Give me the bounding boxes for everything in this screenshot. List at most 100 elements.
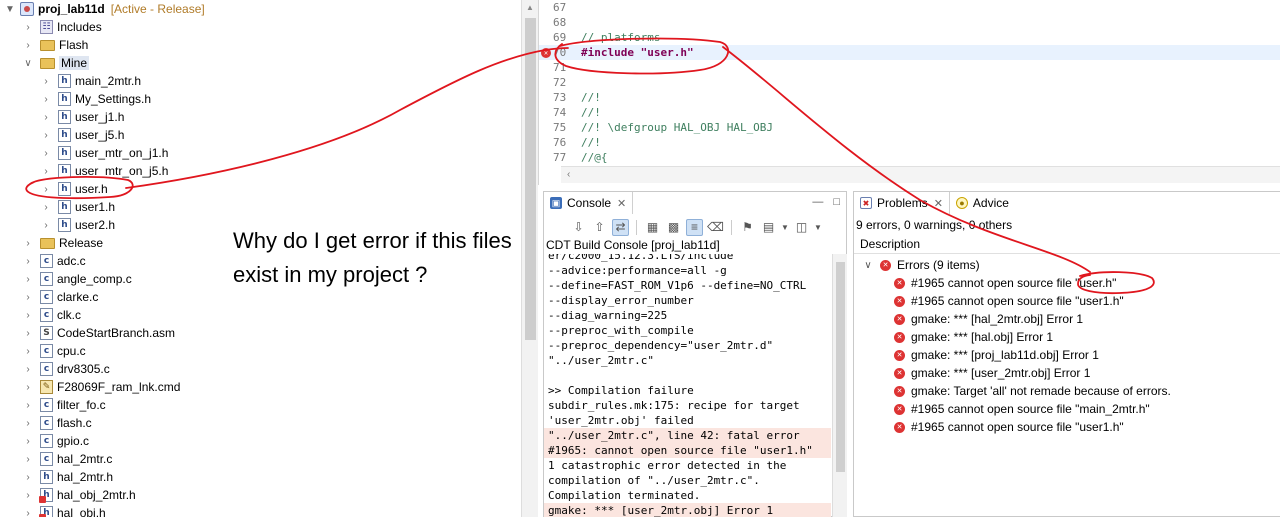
tree-item[interactable]: ∨ Mine	[0, 54, 90, 72]
chevron-right-icon[interactable]: ›	[22, 507, 34, 517]
chevron-right-icon[interactable]: ›	[22, 21, 34, 33]
tree-item[interactable]: › h user.h	[0, 180, 108, 198]
scroll-up-icon[interactable]: ▲	[526, 3, 534, 12]
console-output[interactable]: er/c2000_15.12.3.LTS/include --advice:per…	[544, 254, 831, 517]
tree-item[interactable]: › c clk.c	[0, 306, 81, 324]
tree-item[interactable]: › c adc.c	[0, 252, 86, 270]
scroll-lock-icon[interactable]: ▩	[665, 219, 682, 236]
problem-item[interactable]: ✕ #1965 cannot open source file "user.h"	[894, 274, 1116, 292]
chevron-right-icon[interactable]: ›	[40, 129, 52, 141]
chevron-right-icon[interactable]: ›	[22, 381, 34, 393]
chevron-right-icon[interactable]: ›	[22, 471, 34, 483]
chevron-right-icon[interactable]: ›	[40, 111, 52, 123]
code-line[interactable]: 67	[539, 0, 1280, 15]
chevron-down-icon[interactable]: ▼	[814, 219, 822, 236]
tree-item[interactable]: › c drv8305.c	[0, 360, 110, 378]
chevron-right-icon[interactable]: ›	[40, 183, 52, 195]
close-icon[interactable]: ✕	[934, 197, 943, 210]
clear-console-icon[interactable]: ⌫	[707, 219, 724, 236]
tree-item[interactable]: › Flash	[0, 36, 88, 54]
code-line[interactable]: 69 // platforms	[539, 30, 1280, 45]
problem-item[interactable]: ✕ #1965 cannot open source file "main_2mt…	[894, 400, 1150, 418]
tree-item[interactable]: › S CodeStartBranch.asm	[0, 324, 175, 342]
chevron-right-icon[interactable]: ›	[40, 165, 52, 177]
explorer-scrollbar-thumb[interactable]	[525, 18, 536, 340]
minimize-icon[interactable]: —	[812, 196, 823, 208]
tree-item[interactable]: › h user1.h	[0, 198, 115, 216]
code-line[interactable]: 71	[539, 60, 1280, 75]
tree-item[interactable]: › h user_mtr_on_j5.h	[0, 162, 168, 180]
tree-item[interactable]: › h main_2mtr.h	[0, 72, 141, 90]
chevron-right-icon[interactable]: ›	[40, 75, 52, 87]
code-line[interactable]: 72	[539, 75, 1280, 90]
console-scrollbar[interactable]	[832, 254, 847, 517]
tab-problems[interactable]: ✖ Problems ✕	[854, 192, 950, 214]
maximize-icon[interactable]: □	[833, 196, 840, 208]
chevron-right-icon[interactable]: ›	[22, 399, 34, 411]
problem-item[interactable]: ✕ gmake: *** [hal.obj] Error 1	[894, 328, 1053, 346]
scroll-left-icon[interactable]: ‹	[567, 169, 570, 180]
tree-item[interactable]: › ✎ F28069F_ram_lnk.cmd	[0, 378, 180, 396]
open-console-icon[interactable]: ◫	[793, 219, 810, 236]
problem-item[interactable]: ✕ gmake: *** [user_2mtr.obj] Error 1	[894, 364, 1090, 382]
tree-item[interactable]: › c filter_fo.c	[0, 396, 106, 414]
chevron-right-icon[interactable]: ›	[22, 39, 34, 51]
chevron-right-icon[interactable]: ›	[40, 201, 52, 213]
link-error-icon[interactable]: ⇄	[612, 218, 629, 236]
previous-error-icon[interactable]: ⇧	[591, 219, 608, 236]
problem-item[interactable]: ✕ #1965 cannot open source file "user1.h"	[894, 418, 1124, 436]
tree-item[interactable]: › h hal_obj_2mtr.h	[0, 486, 136, 504]
chevron-right-icon[interactable]: ›	[40, 219, 52, 231]
code-line[interactable]: ✕ 70 #include "user.h"	[539, 45, 1280, 60]
tree-item[interactable]: › h My_Settings.h	[0, 90, 151, 108]
explorer-scrollbar[interactable]: ▲	[521, 0, 538, 517]
chevron-down-icon[interactable]: ▼	[781, 219, 789, 236]
tree-item[interactable]: › c flash.c	[0, 414, 92, 432]
word-wrap-icon[interactable]: ≡	[686, 218, 703, 236]
chevron-right-icon[interactable]: ›	[22, 309, 34, 321]
chevron-right-icon[interactable]: ›	[22, 489, 34, 501]
problem-group-errors[interactable]: ∨ ✕ Errors (9 items)	[854, 256, 979, 274]
chevron-right-icon[interactable]: ›	[22, 435, 34, 447]
problem-item[interactable]: ✕ gmake: *** [hal_2mtr.obj] Error 1	[894, 310, 1083, 328]
close-icon[interactable]: ✕	[617, 197, 626, 210]
code-line[interactable]: 73 //!	[539, 90, 1280, 105]
copy-console-icon[interactable]: ▦	[644, 219, 661, 236]
editor-horizontal-scrollbar[interactable]: ‹	[561, 166, 1280, 183]
chevron-right-icon[interactable]: ›	[22, 273, 34, 285]
chevron-right-icon[interactable]: ›	[22, 417, 34, 429]
column-header-description[interactable]: Description	[854, 234, 1280, 254]
code-editor[interactable]: 67 68 69 // platforms ✕ 70 #include "user.h" 71…	[538, 0, 1280, 185]
tree-item[interactable]: › h user2.h	[0, 216, 115, 234]
code-line[interactable]: 68	[539, 15, 1280, 30]
chevron-right-icon[interactable]: ›	[40, 147, 52, 159]
chevron-down-icon[interactable]: ▼	[4, 3, 16, 15]
chevron-right-icon[interactable]: ›	[22, 327, 34, 339]
console-scrollbar-thumb[interactable]	[836, 262, 845, 472]
chevron-down-icon[interactable]: ∨	[22, 57, 34, 69]
code-line[interactable]: 74 //!	[539, 105, 1280, 120]
tab-console[interactable]: ▣ Console ✕	[544, 192, 634, 214]
chevron-right-icon[interactable]: ›	[22, 345, 34, 357]
chevron-right-icon[interactable]: ›	[22, 237, 34, 249]
tree-item[interactable]: › c clarke.c	[0, 288, 98, 306]
tab-advice[interactable]: ● Advice	[949, 192, 1015, 214]
tree-item[interactable]: › h hal_obj.h	[0, 504, 106, 517]
code-line[interactable]: 77 //@{	[539, 150, 1280, 165]
chevron-right-icon[interactable]: ›	[22, 363, 34, 375]
tree-item[interactable]: › ☷ Includes	[0, 18, 102, 36]
problem-item[interactable]: ✕ #1965 cannot open source file "user1.h"	[894, 292, 1124, 310]
tree-item[interactable]: › h user_mtr_on_j1.h	[0, 144, 168, 162]
chevron-right-icon[interactable]: ›	[22, 255, 34, 267]
chevron-right-icon[interactable]: ›	[22, 453, 34, 465]
tree-item[interactable]: › c gpio.c	[0, 432, 89, 450]
pin-console-icon[interactable]: ⚑	[739, 219, 756, 236]
problem-item[interactable]: ✕ gmake: Target 'all' not remade because …	[894, 382, 1171, 400]
display-console-icon[interactable]: ▤	[760, 219, 777, 236]
chevron-right-icon[interactable]: ›	[22, 291, 34, 303]
code-line[interactable]: 75 //! \defgroup HAL_OBJ HAL_OBJ	[539, 120, 1280, 135]
tree-item[interactable]: › c hal_2mtr.c	[0, 450, 112, 468]
code-line[interactable]: 76 //!	[539, 135, 1280, 150]
chevron-down-icon[interactable]: ∨	[862, 260, 874, 271]
tree-item[interactable]: › h user_j1.h	[0, 108, 124, 126]
